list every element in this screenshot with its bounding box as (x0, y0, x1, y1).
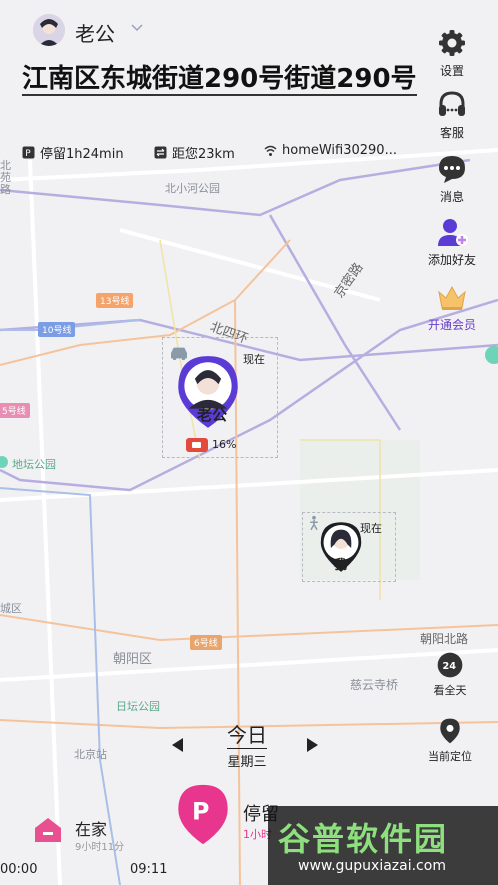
prev-day-arrow-icon[interactable] (172, 738, 184, 752)
timeline-current-time: 09:11 (130, 862, 168, 877)
map-label-park-north: 北小河公园 (165, 182, 220, 195)
watermark-brand: 谷普软件园 (278, 820, 449, 858)
wifi-text: homeWifi30290... (282, 143, 397, 158)
partner-battery-level: 16% (212, 438, 237, 451)
all-day-label: 看全天 (433, 684, 467, 697)
chat-icon (439, 156, 465, 183)
map-label-ditan: 地坛公园 (12, 458, 56, 471)
map-label-line5: 5号线 (0, 403, 30, 418)
gear-icon (439, 30, 465, 56)
map-label-beijing-station: 北京站 (74, 748, 107, 761)
map-label-road-left: 北 苑 路 (0, 159, 11, 196)
home-title[interactable]: 在家 (75, 816, 107, 840)
map-label-chaoyang: 朝阳区 (113, 652, 153, 667)
self-pin-label: 我 (334, 558, 348, 573)
stay-duration-stat: P 停留1h24min (22, 143, 124, 162)
date-display[interactable]: 今日 星期三 (222, 719, 272, 770)
wifi-icon (264, 145, 277, 156)
add-friend-label: 添加好友 (427, 253, 476, 267)
all-day-button[interactable]: 24 看全天 (415, 650, 485, 698)
headset-icon (439, 91, 465, 116)
partner-avatar[interactable] (33, 14, 65, 46)
svg-text:24: 24 (443, 661, 457, 672)
map-label-district-left: 城区 (0, 602, 22, 615)
stay-parking-marker[interactable]: P (175, 783, 231, 847)
map-label-line6: 6号线 (190, 635, 222, 650)
current-address: 江南区东城街道290号街道290号 (22, 64, 417, 96)
partner-name[interactable]: 老公 (75, 18, 115, 47)
map-label-chaoyang-north: 朝阳北路 (420, 632, 469, 646)
date-day: 今日 (227, 719, 267, 749)
partner-pin-label: 老公 (197, 406, 228, 424)
crown-icon (438, 285, 466, 310)
vip-button[interactable]: 开通会员 (417, 280, 487, 333)
messages-label: 消息 (439, 190, 464, 204)
distance-text: 距您23km (172, 147, 235, 162)
current-location-button[interactable]: 当前定位 (415, 716, 485, 764)
settings-label: 设置 (439, 64, 464, 78)
map-label-line13: 13号线 (96, 293, 134, 308)
parking-icon: P (22, 146, 35, 159)
distance-stat: 距您23km (154, 143, 235, 162)
svg-text:P: P (25, 149, 31, 159)
watermark-overlay: 谷普软件园 www.gupuxiazai.com (268, 806, 498, 885)
svg-text:P: P (192, 798, 209, 826)
chevron-down-icon[interactable] (130, 20, 144, 34)
settings-button[interactable]: 设置 (417, 26, 487, 79)
map-label-line10: 10号线 (38, 322, 76, 337)
next-day-arrow-icon[interactable] (306, 738, 318, 752)
add-friend-button[interactable]: 添加好友 (417, 215, 487, 268)
current-location-label: 当前定位 (428, 750, 472, 763)
map-label-ritan: 日坛公园 (116, 700, 160, 713)
add-user-icon (438, 219, 468, 246)
stay-duration-text: 停留1h24min (40, 147, 124, 162)
home-icon (35, 818, 61, 842)
swap-icon (154, 146, 167, 159)
wifi-stat: homeWifi30290... (264, 143, 397, 158)
24h-icon: 24 (437, 652, 463, 678)
vip-label: 开通会员 (427, 318, 476, 332)
watermark-url: www.gupuxiazai.com (298, 858, 446, 874)
timeline-start-time: 00:00 (0, 862, 38, 877)
date-weekday: 星期三 (227, 755, 267, 770)
support-label: 客服 (439, 126, 464, 140)
home-duration: 9小时11分 (75, 842, 125, 853)
messages-button[interactable]: 消息 (417, 152, 487, 205)
partner-status: 现在 (243, 353, 265, 366)
location-pin-icon (440, 718, 460, 744)
battery-icon (186, 438, 208, 452)
map-label-ciyun: 慈云寺桥 (350, 678, 399, 692)
support-button[interactable]: 客服 (417, 88, 487, 141)
